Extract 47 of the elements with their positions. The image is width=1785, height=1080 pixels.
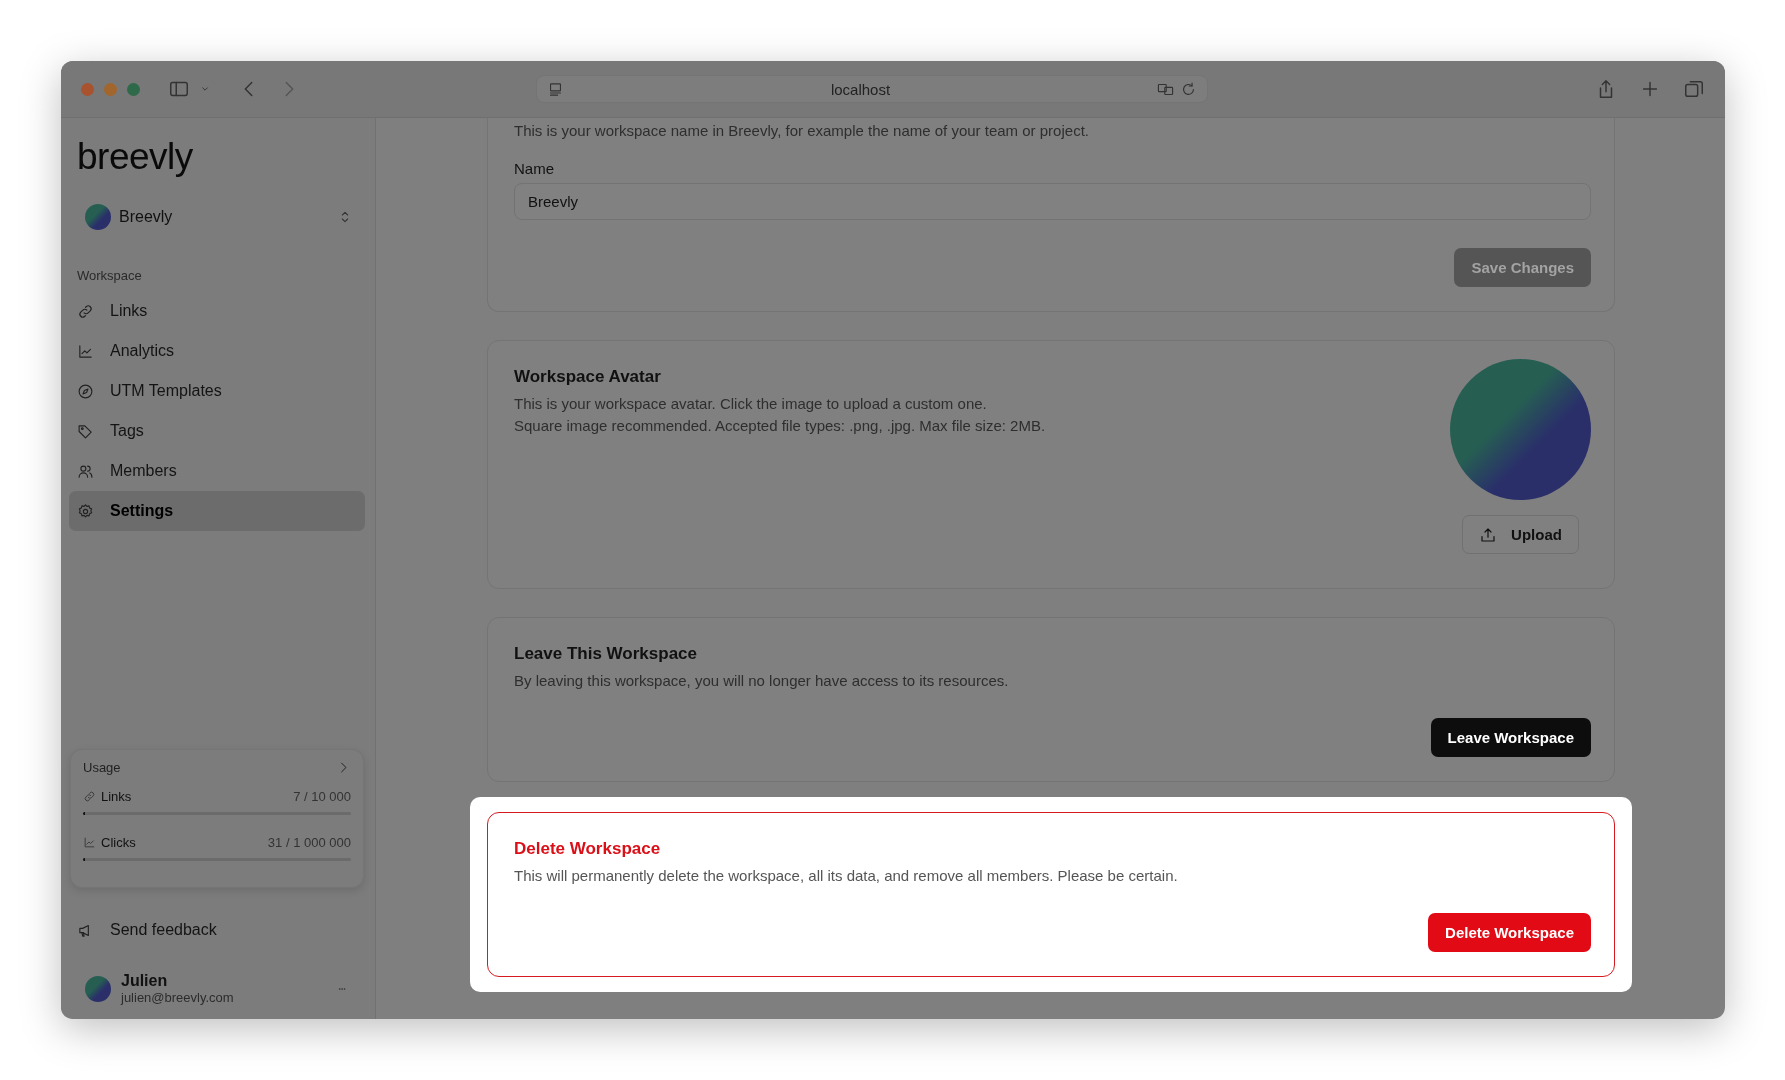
address-bar[interactable]: localhost xyxy=(536,75,1208,103)
usage-reading: 7 / 10 000 xyxy=(293,789,351,804)
logo: breevly xyxy=(76,136,194,178)
link-icon xyxy=(83,790,96,803)
settings-icon xyxy=(77,502,94,520)
card-title: Delete Workspace xyxy=(514,839,662,859)
sidebar-item[interactable]: UTM Templates xyxy=(69,371,365,411)
upload-button[interactable]: Upload xyxy=(1462,515,1579,554)
card-description: This will permanently delete the workspace, all its data, and remove all members. Please be certain. xyxy=(514,866,1179,886)
card-description: By leaving this workspace, you will no longer have access to its resources. xyxy=(514,671,1010,691)
user-name: Julien xyxy=(121,972,169,990)
name-field[interactable]: Breevly xyxy=(514,183,1591,220)
url-text: localhost xyxy=(829,80,892,98)
compass-icon xyxy=(77,382,94,400)
page-icon xyxy=(547,80,564,98)
field-label: Name xyxy=(514,160,555,177)
sidebar-item[interactable]: Settings xyxy=(69,491,365,531)
user-email: julien@breevly.com xyxy=(121,990,235,1005)
usage-label: Clicks xyxy=(101,835,137,850)
usage-label: Links xyxy=(101,789,133,804)
reload-icon[interactable] xyxy=(1180,80,1197,98)
tag-icon xyxy=(77,422,94,440)
usage-title: Usage xyxy=(83,760,121,775)
sidebar-item[interactable]: Tags xyxy=(69,411,365,451)
leave-button[interactable]: Leave Workspace xyxy=(1430,718,1591,757)
window-zoom-dot[interactable] xyxy=(127,82,140,96)
tabs-icon[interactable] xyxy=(1683,78,1705,100)
delete-button[interactable]: Delete Workspace xyxy=(1428,913,1591,952)
sidebar-item[interactable]: Members xyxy=(69,451,365,491)
feedback-link[interactable]: Send feedback xyxy=(69,910,365,950)
card-description: This is your workspace name in Breevly, for example the name of your team or project. xyxy=(514,121,1090,141)
window-minimize-dot[interactable] xyxy=(104,82,117,96)
section-label: Workspace xyxy=(76,268,143,283)
link-icon xyxy=(77,302,94,320)
sidebar-item[interactable]: Links xyxy=(69,291,365,331)
usage-reading: 31 / 1 000 000 xyxy=(267,835,351,850)
card-title: Leave This Workspace xyxy=(514,644,698,664)
card-description: Square image recommended. Accepted file types: .png, .jpg. Max file size: 2MB. xyxy=(514,416,1046,436)
sidebar-item[interactable]: Analytics xyxy=(69,331,365,371)
card-description: This is your workspace avatar. Click the image to upload a custom one. xyxy=(514,394,988,414)
window-close-dot[interactable] xyxy=(81,82,94,96)
workspace-switcher[interactable]: Breevly xyxy=(69,198,365,236)
chart-icon xyxy=(77,342,94,360)
user-avatar xyxy=(85,975,111,1002)
card-title: Workspace Avatar xyxy=(514,367,662,387)
workspace-avatar xyxy=(85,204,111,230)
chart-icon xyxy=(83,836,96,849)
